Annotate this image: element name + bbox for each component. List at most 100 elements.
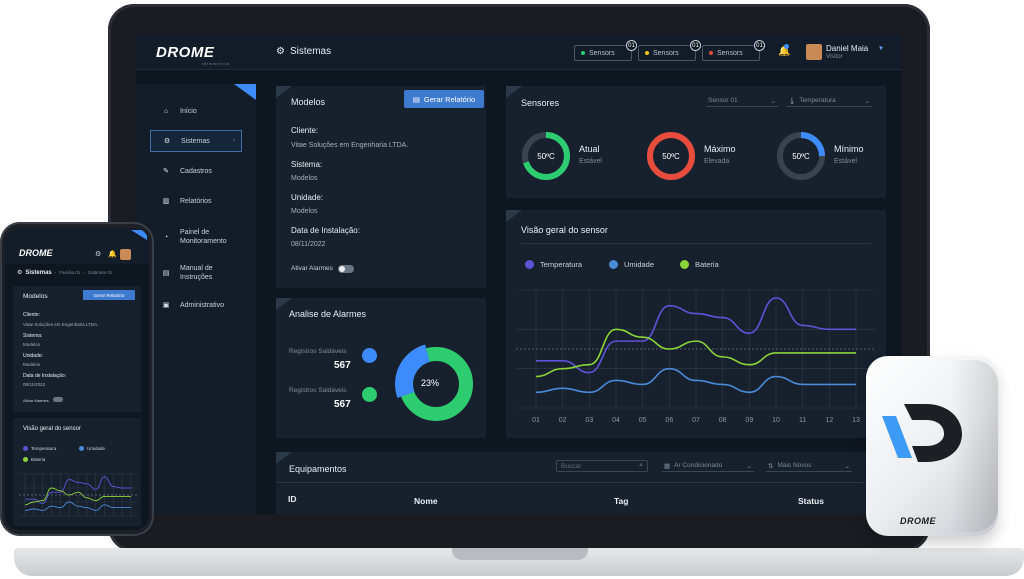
sort-select[interactable]: ⇅ Mais Novos ⌄ bbox=[766, 460, 852, 472]
device-label: DROME bbox=[900, 516, 936, 526]
chevron-down-icon: ⌄ bbox=[746, 462, 752, 470]
document-icon: ▣ bbox=[162, 302, 170, 309]
brand-logo[interactable]: DROME bbox=[156, 44, 214, 61]
sensor-chip-label: Sensors bbox=[653, 49, 679, 57]
sensor-chip-green[interactable]: Sensors 01 bbox=[574, 40, 637, 61]
sidebar-item-label: Administrativo bbox=[180, 301, 224, 309]
phone-alarm-toggle[interactable] bbox=[53, 397, 63, 402]
legend-label: Umidade bbox=[624, 260, 655, 269]
blue-dot-icon bbox=[362, 348, 377, 363]
sensor-line-chart: 01 02 03 04 05 06 07 08 09 10 11 12 13 bbox=[516, 289, 876, 424]
phone-visao-card: Visão geral do sensor Temperatura Umidad… bbox=[13, 418, 141, 526]
breadcrumb-item[interactable]: Gabinete 01 bbox=[88, 270, 113, 275]
sensor-chip-count: 01 bbox=[754, 40, 765, 51]
legend-dot-icon bbox=[680, 260, 689, 269]
legend-temperatura[interactable]: Temperatura bbox=[525, 260, 582, 269]
sidebar-item-sistemas[interactable]: ⚙ Sistemas › bbox=[150, 130, 242, 152]
phone-legend-temperatura[interactable]: Temperatura bbox=[23, 446, 56, 451]
sidebar-item-administrativo[interactable]: ▣ Administrativo bbox=[150, 294, 242, 316]
alarm-donut-label: 23% bbox=[421, 378, 440, 388]
modelos-card: Modelos ▤ Gerar Relatório Cliente: Vitae… bbox=[276, 86, 486, 288]
phone-brand-logo[interactable]: DROME bbox=[19, 248, 53, 258]
legend-dot-icon bbox=[23, 457, 28, 462]
x-tick-label: 01 bbox=[532, 417, 540, 424]
phone-legend-bateria[interactable]: Bateria bbox=[23, 457, 45, 462]
legend-dot-icon bbox=[525, 260, 534, 269]
chevron-right-icon: › bbox=[233, 138, 235, 144]
top-bar: DROME telemetria ⚙ Sistemas Sensors 01 S… bbox=[136, 34, 902, 70]
user-name[interactable]: Daniel Maia bbox=[826, 44, 868, 53]
system-icon: ⚙ bbox=[17, 270, 23, 276]
equipamento-type-select[interactable]: ▦ Ar Condicionado ⌄ bbox=[662, 460, 754, 472]
column-tag[interactable]: Tag bbox=[614, 496, 628, 506]
phone-bell-icon[interactable]: 🔔 bbox=[108, 250, 117, 258]
avatar[interactable] bbox=[806, 44, 822, 60]
phone-gerar-relatorio-button[interactable]: Gerar Relatório bbox=[83, 290, 135, 300]
x-tick-label: 06 bbox=[665, 417, 673, 424]
sistema-value: Modelos bbox=[291, 175, 318, 182]
sensor-chip-label: Sensors bbox=[717, 49, 743, 57]
x-tick-label: 13 bbox=[852, 417, 860, 424]
sidebar-item-label: Início bbox=[180, 107, 197, 115]
column-status[interactable]: Status bbox=[798, 496, 824, 506]
phone-modelos-title: Modelos bbox=[23, 293, 48, 300]
brand-subtitle: telemetria bbox=[202, 61, 230, 66]
x-tick-label: 04 bbox=[612, 417, 620, 424]
data-instalacao-value: 08/11/2022 bbox=[291, 241, 326, 248]
sensor-chip-red[interactable]: Sensors 01 bbox=[702, 40, 765, 61]
gerar-relatorio-button[interactable]: ▤ Gerar Relatório bbox=[404, 90, 484, 108]
phone-cliente-value: Vitae Soluções em Engenharia LTDA. bbox=[23, 322, 99, 327]
breadcrumb-item[interactable]: Família 01 bbox=[59, 270, 80, 275]
sensores-card: Sensores Sensor 01 ⌄ 🌡 Temperatura ⌄ 50º… bbox=[506, 86, 886, 198]
column-id[interactable]: ID bbox=[288, 494, 297, 504]
alarme-row-1-label: Registros Saldáveis bbox=[289, 348, 347, 355]
sidebar-item-relatorios[interactable]: ▥ Relatórios bbox=[150, 190, 242, 212]
x-tick-label: 08 bbox=[719, 417, 727, 424]
visao-geral-title: Visão geral do sensor bbox=[521, 225, 608, 235]
phone-line-chart bbox=[19, 473, 137, 517]
x-tick-label: 05 bbox=[639, 417, 647, 424]
sensor-chip-yellow[interactable]: Sensors 01 bbox=[638, 40, 701, 61]
phone-gear-icon[interactable]: ⚙ bbox=[95, 250, 101, 258]
column-nome[interactable]: Nome bbox=[414, 496, 438, 506]
legend-dot-icon bbox=[23, 446, 28, 451]
user-role: Visitor bbox=[826, 54, 843, 60]
sidebar-toggle[interactable] bbox=[234, 84, 256, 100]
phone-alarm-label: Ativar Alarmes bbox=[23, 398, 49, 403]
ring-maximo-sub: Elevada bbox=[704, 158, 730, 165]
ring-value: 50ºC bbox=[662, 152, 680, 161]
phone-gerar-relatorio-label: Gerar Relatório bbox=[93, 292, 125, 298]
legend-dot-icon bbox=[609, 260, 618, 269]
search-icon: ⌕ bbox=[639, 462, 643, 469]
page-title: ⚙ Sistemas bbox=[276, 46, 331, 57]
sidebar-item-manual[interactable]: ▤ Manual de Instruções bbox=[150, 260, 242, 286]
ring-atual-sub: Estável bbox=[579, 158, 602, 165]
legend-label: Bateria bbox=[31, 457, 46, 462]
sensor-chip-count: 01 bbox=[626, 40, 637, 51]
equipamentos-title: Equipamentos bbox=[289, 464, 347, 474]
phone-avatar[interactable] bbox=[120, 249, 131, 260]
sidebar-item-painel[interactable]: ◔ Painel de Monitoramento bbox=[150, 224, 242, 250]
search-input[interactable]: Buscar ⌕ bbox=[556, 460, 648, 472]
divider bbox=[521, 243, 871, 244]
status-dot-icon bbox=[581, 51, 585, 55]
chevron-down-icon[interactable]: ▼ bbox=[878, 46, 884, 52]
sidebar-item-inicio[interactable]: ⌂ Início bbox=[150, 100, 242, 122]
legend-bateria[interactable]: Bateria bbox=[680, 260, 719, 269]
breadcrumb-root[interactable]: Sistemas bbox=[25, 270, 51, 276]
ativar-alarmes-toggle[interactable] bbox=[338, 265, 354, 273]
data-instalacao-label: Data de Instalação: bbox=[291, 226, 360, 235]
sidebar-item-cadastros[interactable]: ✎ Cadastros bbox=[150, 160, 242, 182]
cliente-value: Vitae Soluções em Engenharia LTDA. bbox=[291, 142, 409, 149]
ring-value: 50ºC bbox=[537, 152, 555, 161]
sistema-label: Sistema: bbox=[291, 160, 323, 169]
sort-icon: ⇅ bbox=[768, 462, 774, 470]
phone-legend-umidade[interactable]: Umidade bbox=[79, 446, 105, 451]
legend-umidade[interactable]: Umidade bbox=[609, 260, 654, 269]
sidebar-item-label: Relatórios bbox=[180, 197, 212, 205]
x-tick-label: 10 bbox=[772, 417, 780, 424]
edit-icon: ✎ bbox=[163, 168, 169, 175]
legend-label: Bateria bbox=[695, 260, 719, 269]
search-placeholder: Buscar bbox=[561, 462, 582, 470]
alarme-row-2-value: 567 bbox=[334, 399, 351, 410]
